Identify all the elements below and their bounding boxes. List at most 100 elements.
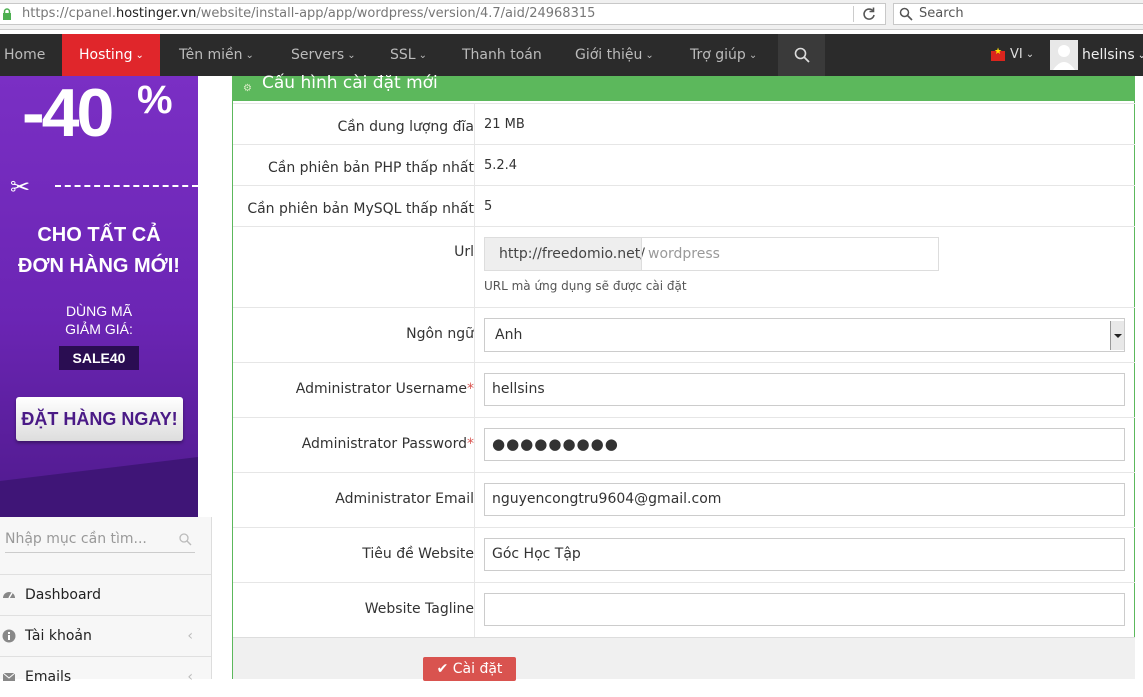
browser-search-placeholder: Search: [919, 6, 964, 21]
nav-servers[interactable]: Servers ⌄: [291, 34, 356, 76]
row-divider: [474, 583, 475, 637]
form-row-php: Cần phiên bản PHP thấp nhất 5.2.4: [233, 144, 1135, 185]
panel-header: ⚙ Cấu hình cài đặt mới: [233, 75, 1135, 101]
user-menu[interactable]: hellsins ⌄: [1082, 34, 1143, 76]
chevron-down-icon: ⌄: [347, 50, 356, 61]
check-icon: ✔: [436, 661, 449, 677]
password-label: Administrator Password*: [233, 436, 474, 452]
username-label-text: Administrator Username: [295, 381, 467, 397]
install-config-panel: ⚙ Cấu hình cài đặt mới Cần dung lượng đĩ…: [232, 75, 1135, 681]
sidebar-item-account[interactable]: Tài khoản ‹: [0, 615, 211, 656]
mysql-label: Cần phiên bản MySQL thấp nhất: [247, 201, 474, 217]
password-label-text: Administrator Password: [301, 436, 467, 452]
url-path-input[interactable]: wordpress: [641, 237, 939, 271]
nav-home[interactable]: Home: [4, 34, 45, 76]
row-divider: [474, 145, 475, 185]
nav-ssl[interactable]: SSL ⌄: [390, 34, 427, 76]
chevron-down-icon: ⌄: [135, 50, 144, 61]
site-title-input[interactable]: Góc Học Tập: [484, 538, 1125, 571]
sidebar-search-input[interactable]: Nhập mục cần tìm...: [5, 525, 195, 553]
vietnam-flag-icon: [991, 47, 1005, 61]
sidebar-item-emails[interactable]: Emails ‹: [0, 656, 211, 697]
form-footer: ✔ Cài đặt: [233, 637, 1135, 681]
search-icon: [899, 7, 913, 21]
user-avatar-icon: [1053, 45, 1075, 70]
promo-banner[interactable]: -40 % ✂ CHO TẤT CẢ ĐƠN HÀNG MỚI! DÙNG MÃ…: [0, 76, 198, 517]
language-select-value: Anh: [495, 327, 523, 343]
language-selector[interactable]: VI ⌄: [1010, 34, 1034, 76]
sidebar-item-label: Dashboard: [25, 587, 101, 603]
disk-value: 21 MB: [484, 117, 525, 132]
install-button-label: Cài đặt: [452, 661, 503, 677]
tagline-input[interactable]: [484, 593, 1125, 626]
chevron-down-icon: ⌄: [245, 50, 254, 61]
form-row-mysql: Cần phiên bản MySQL thấp nhất 5: [233, 185, 1135, 226]
form-row-language: Ngôn ngữ Anh: [233, 307, 1135, 362]
select-arrow-icon: [1110, 321, 1124, 350]
php-label: Cần phiên bản PHP thấp nhất: [267, 160, 474, 176]
sidebar-search-placeholder: Nhập mục cần tìm...: [5, 531, 147, 547]
sidebar: Nhập mục cần tìm... Dashboard Tài khoản …: [0, 517, 212, 685]
row-divider: [474, 227, 475, 307]
username-input[interactable]: hellsins: [484, 373, 1125, 406]
nav-hosting[interactable]: Hosting ⌄: [62, 34, 160, 76]
sidebar-item-dashboard[interactable]: Dashboard: [0, 574, 211, 615]
banner-stripe: [0, 457, 198, 517]
lock-icon: [3, 8, 11, 20]
search-icon: [179, 533, 192, 546]
banner-offer-line: ĐƠN HÀNG MỚI!: [18, 255, 180, 277]
nav-about[interactable]: Giới thiệu ⌄: [575, 34, 654, 76]
banner-percent: %: [137, 78, 173, 122]
install-button[interactable]: ✔ Cài đặt: [423, 657, 516, 681]
banner-code-label-line: DÙNG MÃ: [65, 303, 133, 319]
row-divider: [474, 473, 475, 527]
search-icon: [794, 47, 810, 63]
banner-offer: CHO TẤT CẢ ĐƠN HÀNG MỚI!: [0, 220, 198, 282]
banner-cut-line: [55, 185, 198, 187]
form-row-email: Administrator Email nguyencongtru9604@gm…: [233, 472, 1135, 527]
chevron-down-icon: ⌄: [645, 50, 654, 61]
nav-domains[interactable]: Tên miền ⌄: [179, 34, 254, 76]
reload-icon[interactable]: [861, 6, 877, 22]
banner-code-label: DÙNG MÃ GIẢM GIÁ:: [0, 302, 198, 338]
form-row-password: Administrator Password* ●●●●●●●●●: [233, 417, 1135, 472]
nav-search-button[interactable]: [778, 34, 825, 76]
order-now-button[interactable]: ĐẶT HÀNG NGAY!: [16, 397, 183, 441]
banner-coupon-code: SALE40: [59, 346, 139, 370]
url-help-text: URL mà ứng dụng sẽ được cài đặt: [484, 279, 687, 293]
nav-help[interactable]: Trợ giúp ⌄: [690, 34, 757, 76]
url-prefix: http://freedomio.net/: [484, 237, 645, 271]
row-divider: [474, 308, 475, 362]
chevron-down-icon: ⌄: [1137, 50, 1143, 61]
url-text: https://cpanel.hostinger.vn/website/inst…: [22, 6, 596, 21]
gear-icon: ⚙: [243, 83, 252, 94]
username-label: Administrator Username*: [233, 381, 474, 397]
row-divider: [474, 186, 475, 226]
row-divider: [474, 363, 475, 417]
password-input[interactable]: ●●●●●●●●●: [484, 428, 1125, 461]
disk-label: Cần dung lượng đĩa: [337, 119, 474, 135]
dashboard-icon: [3, 592, 15, 599]
url-separator: [853, 6, 854, 22]
nav-billing[interactable]: Thanh toán: [462, 34, 542, 76]
php-value: 5.2.4: [484, 158, 518, 173]
required-mark: *: [467, 381, 474, 397]
scissors-icon: ✂: [10, 173, 31, 201]
sidebar-item-label: Tài khoản: [25, 628, 92, 644]
language-select[interactable]: Anh: [484, 318, 1125, 352]
form-row-username: Administrator Username* hellsins: [233, 362, 1135, 417]
chevron-left-icon: ‹: [187, 628, 193, 644]
form-row-tagline: Website Tagline: [233, 582, 1135, 637]
email-input[interactable]: nguyencongtru9604@gmail.com: [484, 483, 1125, 516]
address-bar[interactable]: https://cpanel.hostinger.vn/website/inst…: [0, 3, 886, 25]
avatar[interactable]: [1050, 40, 1078, 70]
tagline-label: Website Tagline: [364, 601, 474, 617]
browser-search-input[interactable]: Search: [893, 3, 1143, 25]
chevron-down-icon: ⌄: [418, 50, 427, 61]
required-mark: *: [467, 436, 474, 452]
email-icon: [2, 672, 16, 681]
url-label: Url: [454, 244, 474, 260]
row-divider: [474, 528, 475, 582]
row-divider: [474, 104, 475, 144]
sidebar-item-label: Emails: [25, 669, 72, 685]
